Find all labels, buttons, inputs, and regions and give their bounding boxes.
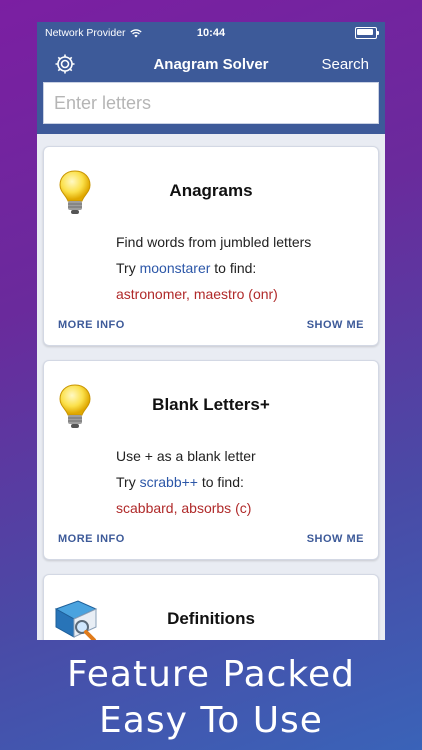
letters-input[interactable] xyxy=(52,91,370,115)
navigation-bar: Network Provider 10:44 Anagram Solver Se… xyxy=(37,22,385,134)
card-title: Blank Letters+ xyxy=(152,395,270,414)
feature-card-definitions: Definitions xyxy=(43,574,379,640)
show-me-button[interactable]: SHOW ME xyxy=(307,533,364,545)
more-info-button[interactable]: MORE INFO xyxy=(58,319,125,331)
phone-screen: Network Provider 10:44 Anagram Solver Se… xyxy=(37,22,385,640)
search-field-container xyxy=(43,82,379,124)
card-try-line: Try moonstarer to find: xyxy=(116,255,368,281)
feature-card-blank-letters: Blank Letters+ Use + as a blank letter T… xyxy=(43,360,379,560)
card-actions: MORE INFO SHOW ME xyxy=(58,319,364,331)
search-button[interactable]: Search xyxy=(317,52,373,77)
try-prefix: Try xyxy=(116,474,136,490)
card-try-line: Try scrabb++ to find: xyxy=(116,469,368,495)
caption-line-1: Feature Packed xyxy=(67,654,355,695)
card-description: Use + as a blank letter Try scrabb++ to … xyxy=(116,443,368,521)
card-title: Anagrams xyxy=(169,181,253,200)
example-word-link[interactable]: moonstarer xyxy=(140,260,211,276)
status-bar: Network Provider 10:44 xyxy=(37,22,385,44)
try-suffix: to find: xyxy=(201,474,244,490)
feature-card-anagrams: Anagrams Find words from jumbled letters… xyxy=(43,146,379,346)
battery-fill xyxy=(357,29,374,35)
example-results: scabbard, absorbs (c) xyxy=(116,500,252,516)
feature-list: Anagrams Find words from jumbled letters… xyxy=(37,134,385,640)
caption-line-2: Easy To Use xyxy=(99,700,323,741)
battery-icon xyxy=(355,27,379,39)
toolbar: Anagram Solver Search xyxy=(37,44,385,84)
try-suffix: to find: xyxy=(214,260,257,276)
example-results: astronomer, maestro (onr) xyxy=(116,286,278,302)
card-actions: MORE INFO SHOW ME xyxy=(58,533,364,545)
card-line: Use + as a blank letter xyxy=(116,448,256,464)
example-word-link[interactable]: scrabb++ xyxy=(140,474,198,490)
gear-icon[interactable] xyxy=(53,52,77,76)
card-line: Find words from jumbled letters xyxy=(116,234,312,250)
show-me-button[interactable]: SHOW ME xyxy=(307,319,364,331)
card-description: Find words from jumbled letters Try moon… xyxy=(116,229,368,307)
status-time: 10:44 xyxy=(196,27,226,39)
promo-caption: Feature Packed Easy To Use xyxy=(0,652,422,744)
card-title: Definitions xyxy=(167,609,255,628)
more-info-button[interactable]: MORE INFO xyxy=(58,533,125,545)
try-prefix: Try xyxy=(116,260,136,276)
